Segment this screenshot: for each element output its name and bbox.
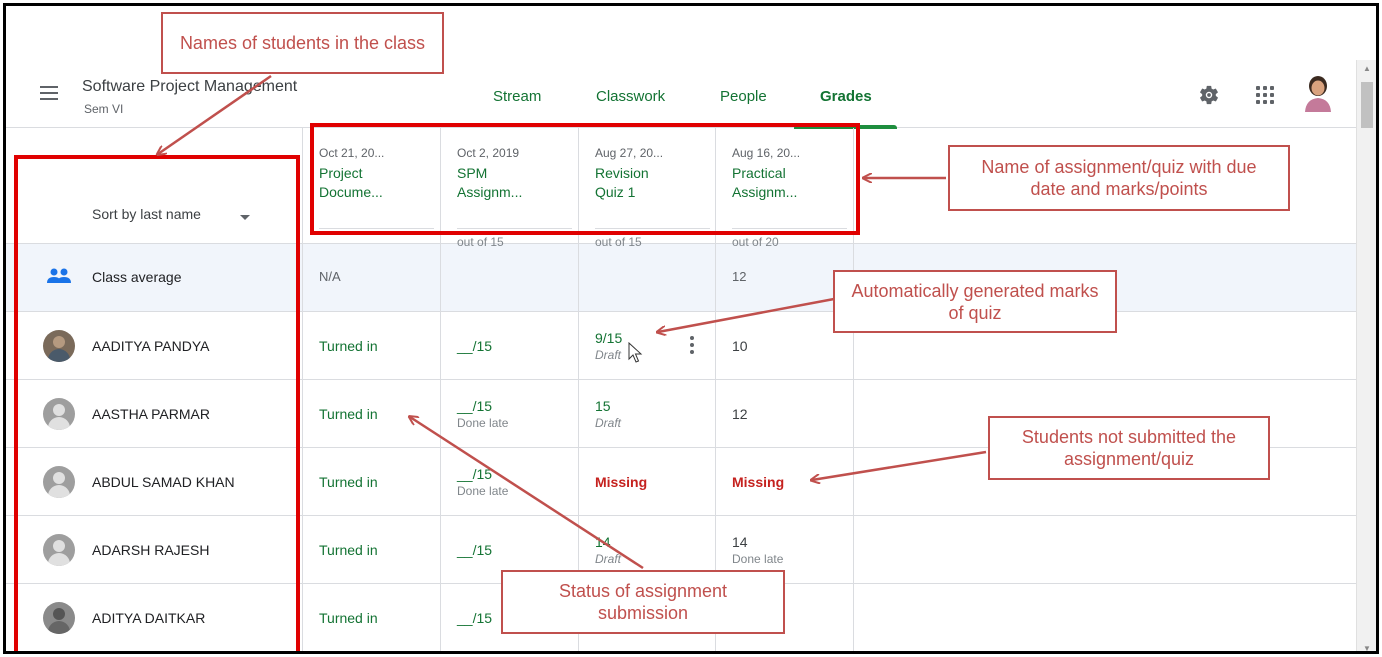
grade-cell[interactable]: __/15 — [457, 542, 492, 558]
tab-stream[interactable]: Stream — [493, 88, 541, 105]
mouse-cursor-icon — [628, 342, 643, 363]
names-highlight-box — [14, 155, 300, 651]
grade-cell[interactable]: 15 Draft — [595, 398, 621, 430]
vertical-scrollbar[interactable]: ▲ ▼ — [1356, 60, 1376, 651]
average-cell: 12 — [732, 269, 747, 284]
apps-grid-icon[interactable] — [1256, 86, 1274, 104]
grade-cell[interactable]: Missing — [595, 474, 647, 490]
grade-cell[interactable]: __/15 — [457, 610, 492, 626]
scroll-up-icon[interactable]: ▲ — [1363, 64, 1371, 73]
tab-grades[interactable]: Grades — [820, 88, 872, 105]
grade-cell[interactable]: 14 Draft — [595, 534, 621, 566]
scroll-down-icon[interactable]: ▼ — [1363, 644, 1371, 651]
gear-icon[interactable] — [1198, 84, 1220, 106]
grade-cell[interactable]: Turned in — [319, 474, 378, 490]
grade-cell[interactable]: Missing — [732, 474, 784, 490]
hamburger-icon[interactable] — [40, 86, 58, 100]
more-options-icon[interactable] — [690, 336, 694, 354]
annotation-not-submitted: Students not submitted the assignment/qu… — [988, 416, 1270, 480]
tab-people[interactable]: People — [720, 88, 767, 105]
grade-cell[interactable]: 14 Done late — [732, 534, 783, 566]
grade-cell[interactable]: Turned in — [319, 610, 378, 626]
grade-cell[interactable]: __/15 Done late — [457, 466, 508, 498]
grade-cell[interactable]: 9/15 Draft — [595, 330, 622, 362]
annotation-status: Status of assignment submission — [501, 570, 785, 634]
annotation-assignment: Name of assignment/quiz with due date an… — [948, 145, 1290, 211]
tab-classwork[interactable]: Classwork — [596, 88, 665, 105]
grade-cell[interactable]: __/15 — [457, 338, 492, 356]
grade-cell[interactable]: 12 — [732, 406, 748, 422]
screenshot-frame: Software Project Management Sem VI Strea… — [3, 3, 1379, 654]
assignments-highlight-box — [310, 123, 860, 235]
grade-cell[interactable]: Turned in — [319, 406, 378, 422]
grade-cell[interactable]: Turned in — [319, 338, 378, 354]
scroll-thumb[interactable] — [1361, 82, 1373, 128]
annotation-auto-marks: Automatically generated marks of quiz — [833, 270, 1117, 333]
annotation-names: Names of students in the class — [161, 12, 444, 74]
account-avatar[interactable] — [1302, 74, 1334, 112]
grade-cell[interactable]: __/15 Done late — [457, 398, 508, 430]
course-section: Sem VI — [84, 102, 124, 116]
column-divider — [302, 128, 303, 651]
average-cell: N/A — [319, 269, 341, 284]
course-title[interactable]: Software Project Management — [82, 78, 297, 96]
grade-cell[interactable]: 10 — [732, 338, 748, 354]
grade-cell[interactable]: Turned in — [319, 542, 378, 558]
